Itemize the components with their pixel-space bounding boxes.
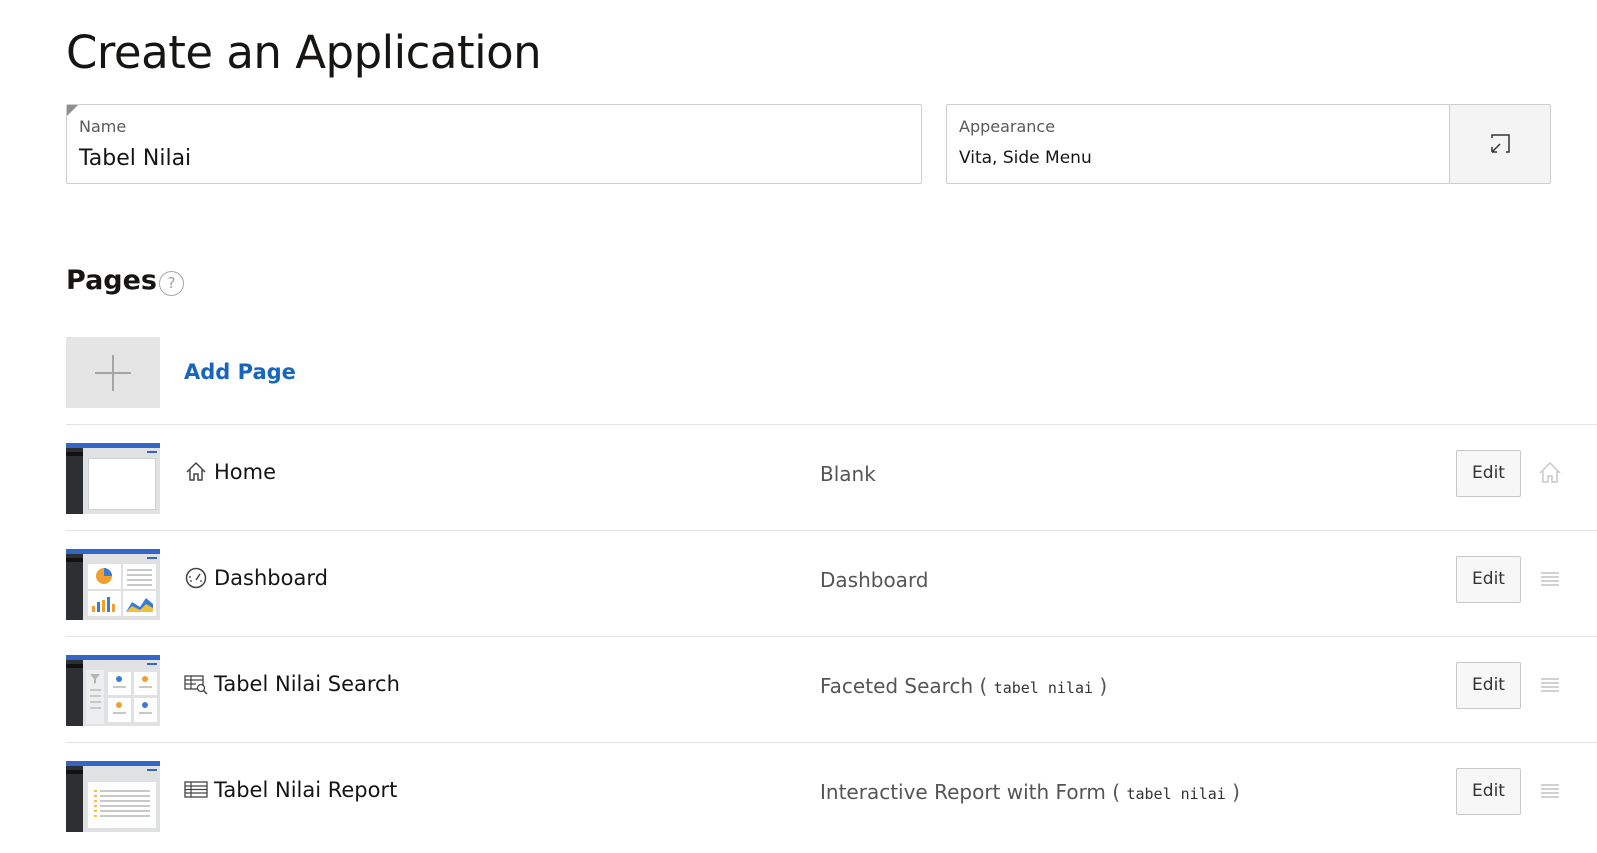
home-icon [186, 461, 206, 481]
dashboard-page-thumbnail [66, 549, 160, 620]
page-row: Tabel Nilai Search Faceted Search ( tabe… [66, 636, 1597, 742]
name-label: Name [79, 117, 127, 136]
edit-button[interactable]: Edit [1456, 450, 1521, 497]
page-name: Dashboard [184, 566, 328, 590]
edit-button[interactable]: Edit [1456, 662, 1521, 709]
page-name: Tabel Nilai Report [184, 778, 397, 802]
name-field[interactable]: Name Tabel Nilai [66, 104, 922, 184]
page-row: Dashboard Dashboard Edit [66, 530, 1597, 636]
pages-section-title: Pages [66, 265, 157, 296]
add-page-link[interactable]: Add Page [184, 360, 296, 384]
name-input[interactable]: Tabel Nilai [79, 146, 191, 171]
report-icon [184, 781, 208, 798]
drag-handle-icon[interactable] [1538, 779, 1562, 803]
appearance-value: Vita, Side Menu [959, 148, 1092, 168]
appearance-label: Appearance [959, 117, 1056, 136]
page-row: Home Blank Edit [66, 424, 1597, 530]
faceted-search-page-thumbnail [66, 655, 160, 726]
drag-handle-icon[interactable] [1538, 567, 1562, 591]
page-type: Blank [820, 462, 876, 486]
edit-button[interactable]: Edit [1456, 768, 1521, 815]
page-type: Faceted Search ( tabel nilai ) [820, 674, 1108, 698]
source-table: tabel nilai [1126, 785, 1226, 803]
help-icon[interactable]: ? [159, 271, 184, 296]
page-title: Create an Application [66, 26, 542, 79]
popup-open-icon [1491, 134, 1510, 153]
report-page-thumbnail [66, 761, 160, 832]
faceted-search-icon [184, 675, 208, 695]
edit-button[interactable]: Edit [1456, 556, 1521, 603]
dashboard-gauge-icon [185, 567, 207, 589]
drag-handle-icon[interactable] [1538, 673, 1562, 697]
appearance-field: Appearance Vita, Side Menu [946, 104, 1450, 184]
required-indicator [67, 105, 78, 116]
blank-page-thumbnail [66, 443, 160, 514]
source-table: tabel nilai [993, 679, 1094, 697]
page-name: Home [184, 460, 276, 484]
page-name: Tabel Nilai Search [184, 672, 400, 696]
home-icon [1539, 461, 1561, 483]
add-page-tile[interactable] [66, 337, 160, 408]
page-row: Tabel Nilai Report Interactive Report wi… [66, 742, 1597, 848]
page-type: Interactive Report with Form ( tabel nil… [820, 780, 1240, 804]
set-appearance-button[interactable] [1449, 104, 1551, 184]
page-type: Dashboard [820, 568, 929, 592]
